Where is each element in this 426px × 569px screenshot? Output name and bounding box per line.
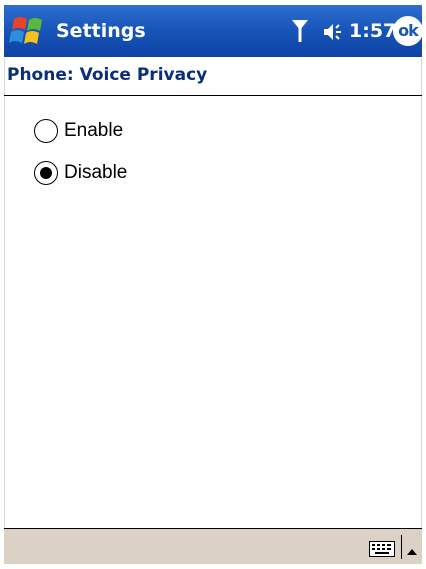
menu-bar <box>4 528 422 564</box>
keyboard-icon[interactable] <box>369 541 395 557</box>
signal-antenna-icon[interactable] <box>291 18 309 44</box>
radio-label-disable: Disable <box>64 162 128 183</box>
ok-button[interactable]: ok <box>393 16 423 46</box>
clock[interactable]: 1:57 <box>349 17 396 45</box>
radio-selected-dot <box>40 167 52 179</box>
start-button[interactable] <box>8 13 48 49</box>
radio-button-enable[interactable] <box>34 119 58 143</box>
sip-arrow-up-icon[interactable] <box>406 542 418 555</box>
sip-divider <box>401 535 402 559</box>
app-title: Settings <box>56 20 146 42</box>
windows-start-icon <box>9 17 42 44</box>
pocket-pc-screen: Settings 1:57 ok Phone: Voice Privacy En… <box>0 0 426 569</box>
radio-button-disable[interactable] <box>34 161 58 185</box>
radio-option-enable[interactable]: Enable <box>34 118 123 144</box>
radio-option-disable[interactable]: Disable <box>34 160 127 186</box>
speaker-volume-icon[interactable] <box>322 21 344 43</box>
title-bar: Settings 1:57 ok <box>4 5 423 57</box>
radio-label-enable: Enable <box>64 120 124 141</box>
page-header: Phone: Voice Privacy <box>4 58 422 96</box>
page-title: Phone: Voice Privacy <box>7 65 208 85</box>
